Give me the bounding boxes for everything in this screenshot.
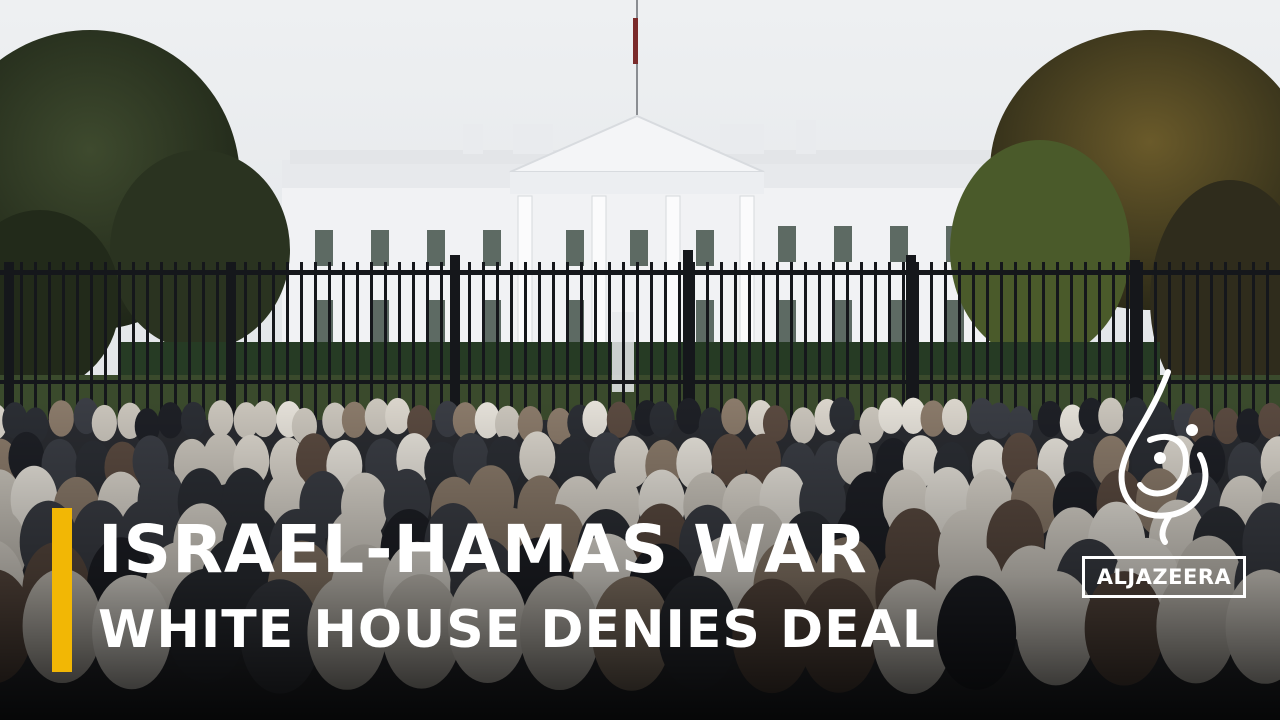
headline: ISRAEL-HAMAS WAR	[98, 511, 868, 588]
hedge	[120, 342, 1160, 378]
headline-accent-bar	[52, 508, 72, 672]
subheadline: WHITE HOUSE DENIES DEAL	[98, 600, 937, 660]
aljazeera-wordmark: ALJAZEERA	[1082, 556, 1246, 598]
video-thumbnail: ISRAEL-HAMAS WAR WHITE HOUSE DENIES DEAL…	[0, 0, 1280, 720]
flag	[633, 18, 638, 64]
